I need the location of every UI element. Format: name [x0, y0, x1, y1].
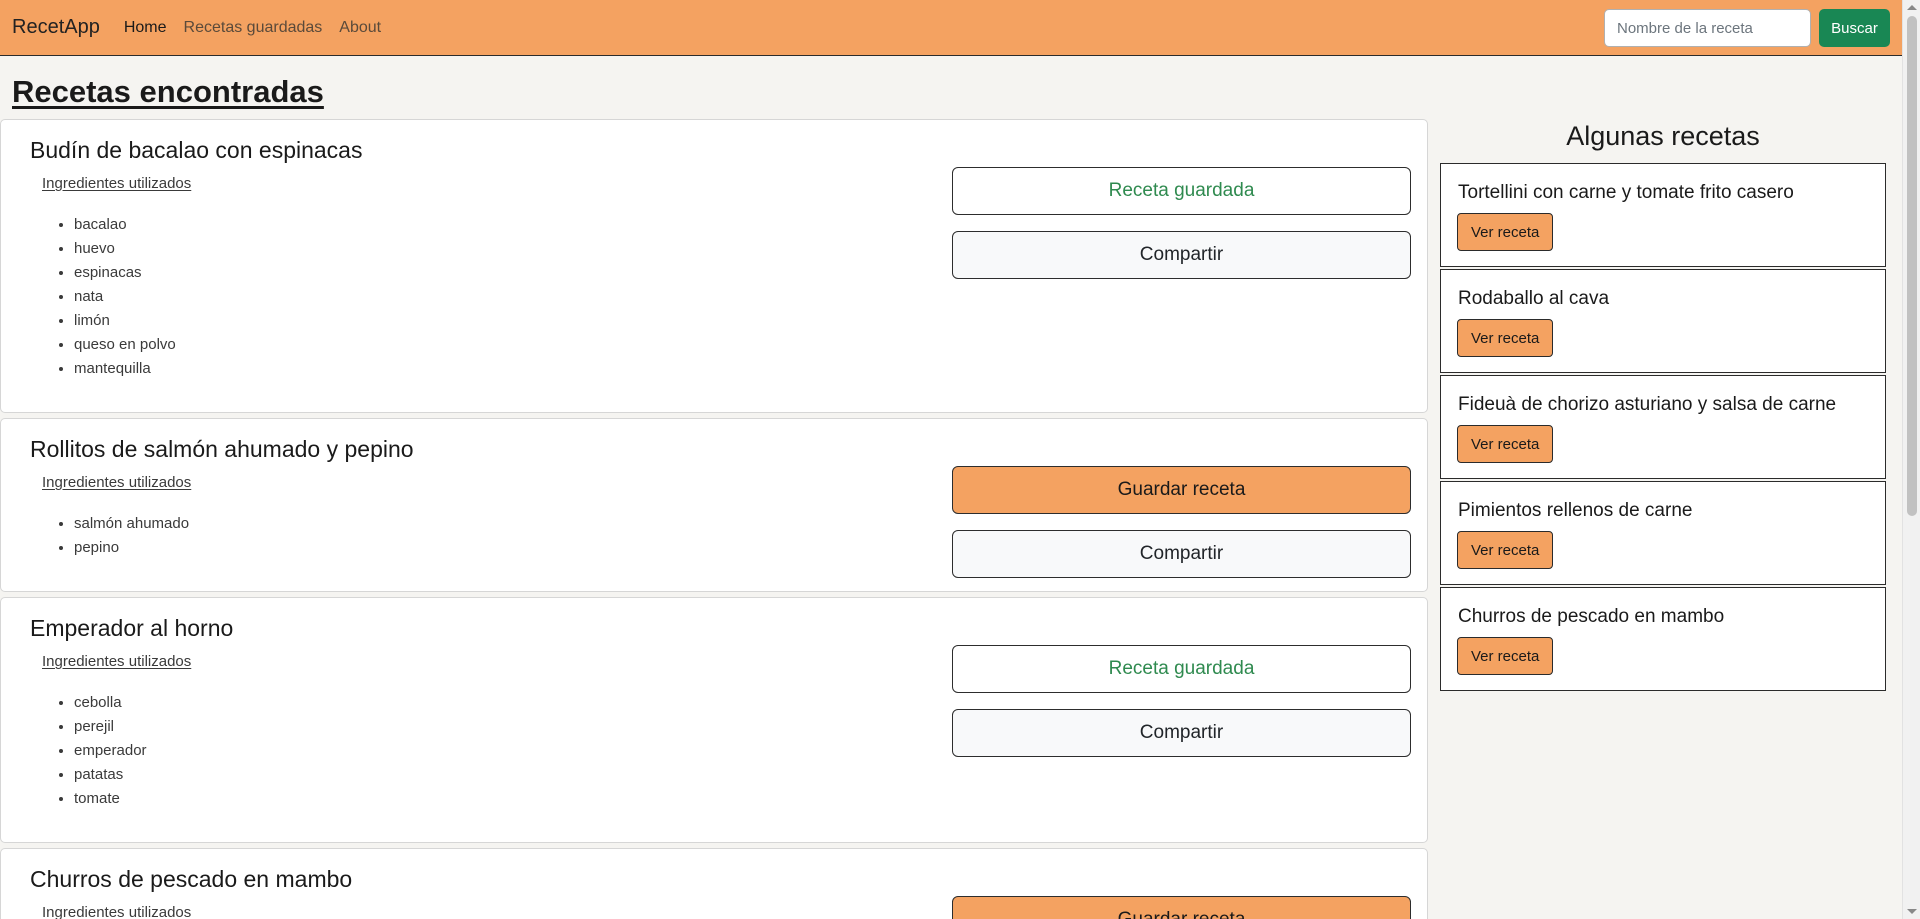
saved-recipe-button[interactable]: Receta guardada	[952, 645, 1411, 693]
search-button[interactable]: Buscar	[1819, 9, 1890, 47]
ingredient-item: patatas	[74, 763, 147, 787]
view-recipe-button[interactable]: Ver receta	[1457, 213, 1554, 251]
ingredient-item: perejil	[74, 715, 147, 739]
ingredient-item: queso en polvo	[74, 333, 176, 357]
page-title: Recetas encontradas	[12, 74, 324, 109]
ingredients-list: salmón ahumado pepino	[74, 512, 189, 560]
sidebar-recipe-card: Tortellini con carne y tomate frito case…	[1440, 163, 1886, 267]
recipe-card: Emperador al horno Ingredientes utilizad…	[0, 597, 1428, 843]
recipe-title: Rollitos de salmón ahumado y pepino	[30, 436, 414, 462]
navbar: RecetApp Home Recetas guardadas About Bu…	[0, 0, 1902, 56]
save-recipe-button[interactable]: Guardar receta	[952, 466, 1411, 514]
sidebar-recipe-card: Fideuà de chorizo asturiano y salsa de c…	[1440, 375, 1886, 479]
save-recipe-button[interactable]: Guardar receta	[952, 896, 1411, 919]
sidebar-recipe-title: Rodaballo al cava	[1458, 288, 1610, 309]
ingredient-item: bacalao	[74, 213, 176, 237]
ingredients-label: Ingredientes utilizados	[42, 653, 192, 670]
nav-link-saved-recipes[interactable]: Recetas guardadas	[184, 19, 323, 37]
ingredients-label: Ingredientes utilizados	[42, 904, 192, 919]
sidebar-recipe-title: Churros de pescado en mambo	[1458, 606, 1725, 627]
ingredient-item: pepino	[74, 536, 189, 560]
sidebar-title: Algunas recetas	[1566, 121, 1760, 151]
ingredients-list: bacalao huevo espinacas nata limón queso…	[74, 213, 176, 381]
nav-link-home[interactable]: Home	[124, 19, 167, 37]
view-recipe-button[interactable]: Ver receta	[1457, 531, 1554, 569]
page-scrollbar[interactable]	[1902, 0, 1920, 919]
view-recipe-button[interactable]: Ver receta	[1457, 319, 1554, 357]
recipe-title: Emperador al horno	[30, 615, 234, 641]
ingredients-label: Ingredientes utilizados	[42, 175, 192, 192]
ingredient-item: cebolla	[74, 691, 147, 715]
ingredient-item: nata	[74, 285, 176, 309]
scroll-up-arrow-icon[interactable]	[1907, 5, 1917, 10]
ingredient-item: huevo	[74, 237, 176, 261]
view-recipe-button[interactable]: Ver receta	[1457, 425, 1554, 463]
ingredient-item: limón	[74, 309, 176, 333]
sidebar-recipe-title: Fideuà de chorizo asturiano y salsa de c…	[1458, 394, 1837, 415]
sidebar-recipe-card: Churros de pescado en mambo Ver receta	[1440, 587, 1886, 691]
ingredient-item: emperador	[74, 739, 147, 763]
share-button[interactable]: Compartir	[952, 530, 1411, 578]
saved-recipe-button[interactable]: Receta guardada	[952, 167, 1411, 215]
share-button[interactable]: Compartir	[952, 709, 1411, 757]
sidebar-recipe-title: Pimientos rellenos de carne	[1458, 500, 1693, 521]
ingredient-item: tomate	[74, 787, 147, 811]
ingredient-item: mantequilla	[74, 357, 176, 381]
recipe-title: Churros de pescado en mambo	[30, 866, 353, 892]
recipe-card: Budín de bacalao con espinacas Ingredien…	[0, 119, 1428, 413]
sidebar-recipe-title: Tortellini con carne y tomate frito case…	[1458, 182, 1794, 203]
recipe-card: Rollitos de salmón ahumado y pepino Ingr…	[0, 418, 1428, 592]
ingredients-label: Ingredientes utilizados	[42, 474, 192, 491]
share-button[interactable]: Compartir	[952, 231, 1411, 279]
sidebar-recipe-card: Rodaballo al cava Ver receta	[1440, 269, 1886, 373]
scrollbar-thumb[interactable]	[1907, 16, 1917, 516]
view-recipe-button[interactable]: Ver receta	[1457, 637, 1554, 675]
scroll-down-arrow-icon[interactable]	[1907, 909, 1917, 914]
nav-link-about[interactable]: About	[339, 19, 381, 37]
ingredient-item: espinacas	[74, 261, 176, 285]
search-input[interactable]	[1604, 9, 1811, 47]
recipe-title: Budín de bacalao con espinacas	[30, 137, 363, 163]
sidebar-recipe-card: Pimientos rellenos de carne Ver receta	[1440, 481, 1886, 585]
ingredient-item: salmón ahumado	[74, 512, 189, 536]
recipe-card: Churros de pescado en mambo Ingredientes…	[0, 848, 1428, 919]
brand-logo[interactable]: RecetApp	[12, 16, 100, 39]
ingredients-list: cebolla perejil emperador patatas tomate	[74, 691, 147, 811]
